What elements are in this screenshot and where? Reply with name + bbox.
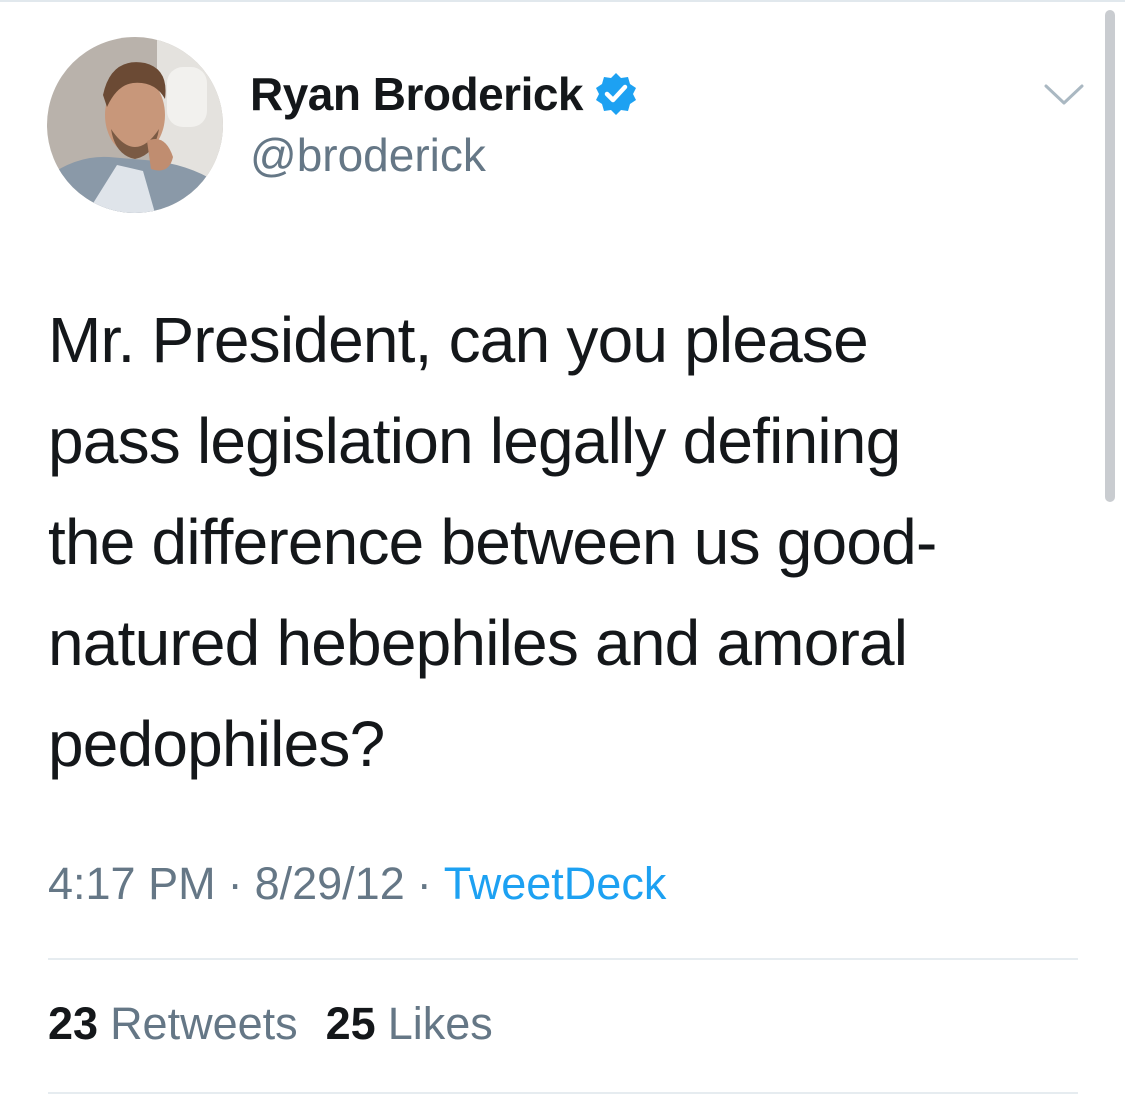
tweet-text-line: natured hebephiles and amoral	[48, 607, 908, 679]
tweet-text: Mr. President, can you please pass legis…	[48, 290, 1068, 795]
tweet-text-line: pass legislation legally defining	[48, 405, 901, 477]
user-handle[interactable]: @broderick	[250, 128, 486, 182]
meta-separator: ·	[416, 858, 432, 909]
tweet-time[interactable]: 4:17 PM	[48, 858, 216, 910]
tweet-text-line: Mr. President, can you please	[48, 304, 869, 376]
tweet-source-link[interactable]: TweetDeck	[444, 858, 667, 910]
divider	[48, 958, 1078, 960]
likes-stat[interactable]: 25 Likes	[326, 998, 493, 1050]
tweet-date[interactable]: 8/29/12	[255, 858, 405, 910]
divider	[48, 1092, 1078, 1094]
tweet-stats: 23 Retweets 25 Likes	[48, 998, 493, 1050]
top-border	[0, 0, 1125, 2]
name-row: Ryan Broderick	[250, 62, 639, 126]
tweet-text-line: the difference between us good-	[48, 506, 937, 578]
meta-separator: ·	[227, 858, 243, 909]
retweets-count: 23	[48, 998, 99, 1049]
verified-badge-icon	[593, 71, 639, 117]
likes-count: 25	[325, 998, 376, 1049]
retweets-stat[interactable]: 23 Retweets	[48, 998, 298, 1050]
chevron-down-icon[interactable]	[1042, 76, 1086, 112]
display-name[interactable]: Ryan Broderick	[250, 67, 584, 121]
tweet-text-line: pedophiles?	[48, 708, 385, 780]
scrollbar[interactable]	[1105, 10, 1115, 502]
tweet-meta: 4:17 PM · 8/29/12 · TweetDeck	[48, 858, 666, 910]
avatar[interactable]	[47, 37, 223, 213]
retweets-label: Retweets	[110, 998, 298, 1049]
likes-label: Likes	[387, 998, 493, 1049]
avatar-photo	[47, 37, 223, 213]
